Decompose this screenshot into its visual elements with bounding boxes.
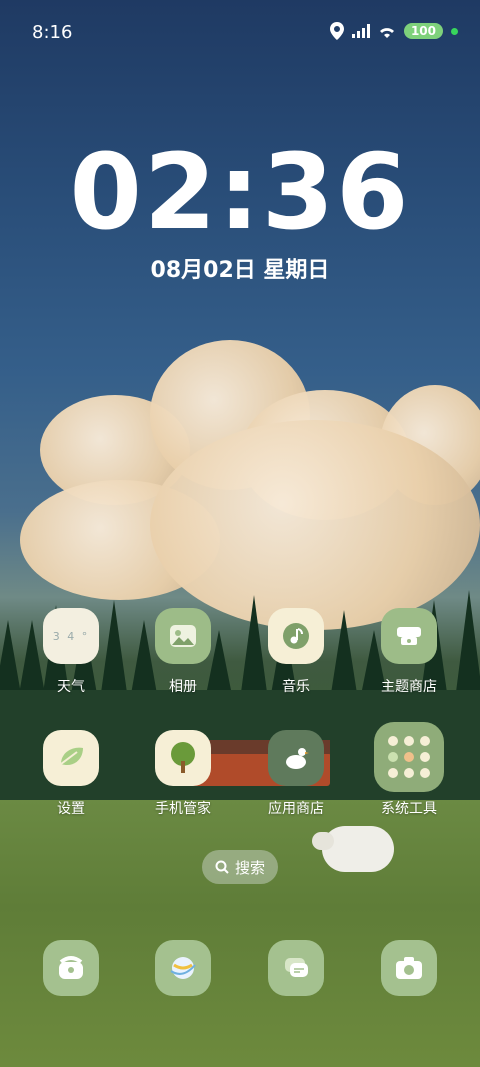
app-label: 系统工具 (381, 801, 437, 817)
search-icon (215, 860, 229, 874)
signal-icon (351, 24, 370, 38)
wifi-icon (379, 28, 394, 38)
search-label: 搜索 (234, 858, 265, 877)
app-label: 音乐 (282, 679, 310, 695)
app-label: 主题商店 (381, 679, 437, 695)
battery-indicator: 100 (403, 23, 443, 39)
dock-browser[interactable] (137, 940, 229, 996)
messages-icon (268, 940, 324, 996)
search-button[interactable]: 搜索 (202, 850, 278, 884)
date: 08月02日 星期日 (150, 258, 330, 283)
app-music[interactable]: 音乐 (250, 608, 342, 696)
settings-icon (43, 730, 99, 786)
app-app-store[interactable]: 应用商店 (250, 730, 342, 818)
app-label: 设置 (57, 801, 85, 817)
app-label: 应用商店 (268, 801, 324, 817)
theme-store-icon (381, 608, 437, 664)
status-bar: 8:16 100 (0, 0, 480, 66)
app-phone-manager[interactable]: 手机管家 (137, 730, 229, 818)
clock: 02:36 (69, 131, 411, 253)
meadow (0, 800, 480, 1067)
system-tools-folder-icon (374, 722, 444, 792)
phone-icon (43, 940, 99, 996)
home-screen: 8:16 100 02:36 08月02日 星期日 3 4 ° 天气 相册 音乐 (0, 0, 480, 1067)
sheep-image (312, 826, 394, 872)
app-label: 天气 (57, 679, 85, 695)
app-label: 相册 (169, 679, 197, 695)
app-store-icon (268, 730, 324, 786)
weather-temp: 3 4 ° (52, 629, 90, 643)
gallery-icon (155, 608, 211, 664)
folder-system-tools[interactable]: 系统工具 (363, 722, 455, 818)
dock-phone[interactable] (25, 940, 117, 996)
active-dot (451, 27, 458, 35)
app-settings[interactable]: 设置 (25, 730, 117, 818)
status-time: 8:16 (32, 22, 73, 43)
browser-icon (155, 940, 211, 996)
dock-camera[interactable] (363, 940, 455, 996)
app-theme-store[interactable]: 主题商店 (363, 608, 455, 696)
weather-icon: 3 4 ° (43, 608, 99, 664)
phone-manager-icon (155, 730, 211, 786)
location-icon (329, 22, 344, 40)
app-weather[interactable]: 3 4 ° 天气 (25, 608, 117, 696)
music-icon (268, 608, 324, 664)
camera-icon (381, 940, 437, 996)
app-label: 手机管家 (155, 801, 211, 817)
app-gallery[interactable]: 相册 (137, 608, 229, 696)
dock-messages[interactable] (250, 940, 342, 996)
